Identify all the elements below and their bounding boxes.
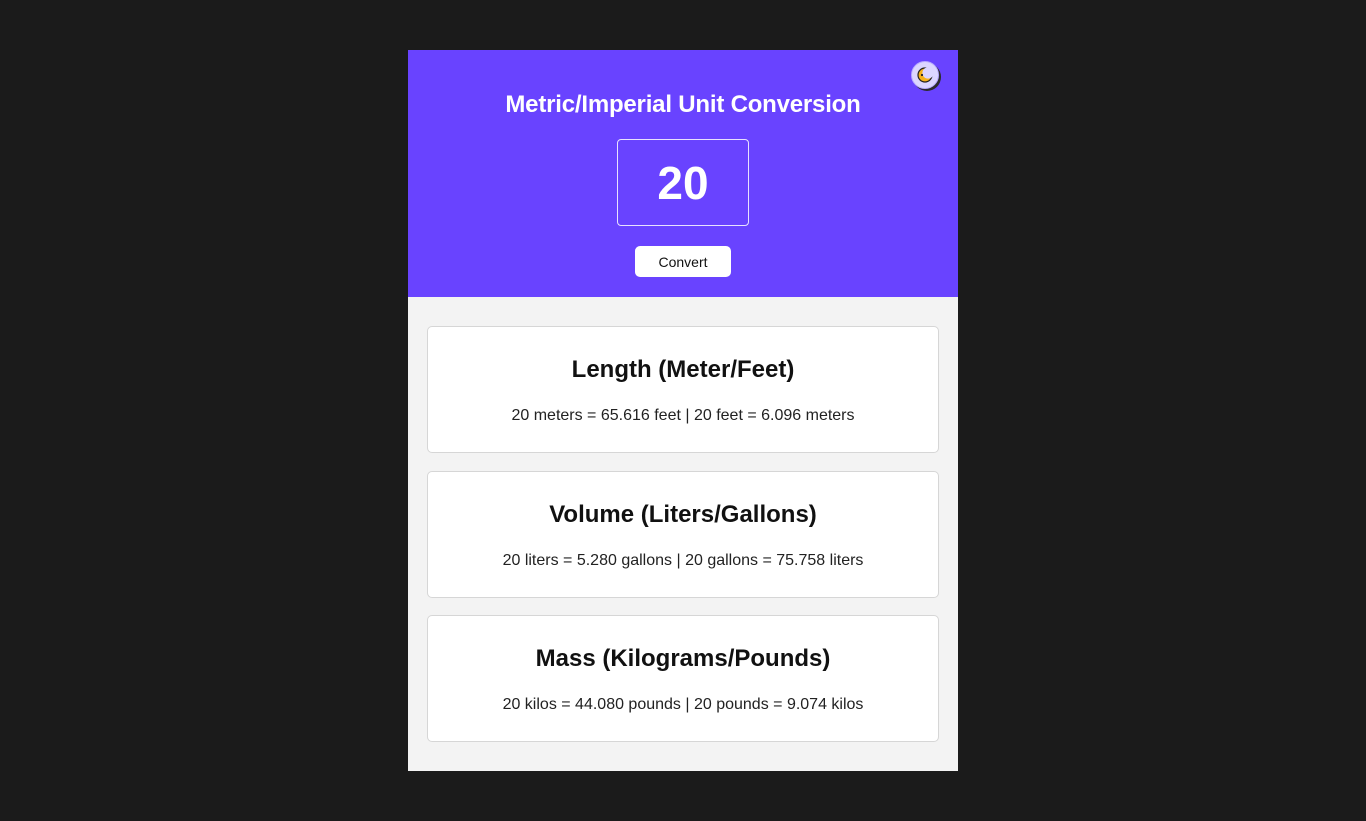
mass-card-title: Mass (Kilograms/Pounds) bbox=[535, 645, 831, 672]
theme-toggle-button[interactable] bbox=[911, 61, 939, 89]
mass-card: Mass (Kilograms/Pounds) 20 kilos = 44.08… bbox=[427, 615, 939, 742]
mass-result: 20 kilos = 44.080 pounds | 20 pounds = 9… bbox=[502, 696, 864, 713]
moon-icon bbox=[916, 66, 934, 84]
convert-button[interactable]: Convert bbox=[635, 246, 731, 277]
volume-card: Volume (Liters/Gallons) 20 liters = 5.28… bbox=[427, 471, 939, 598]
value-input[interactable]: 20 bbox=[617, 139, 749, 226]
hero-section: Metric/Imperial Unit Conversion 20 Conve… bbox=[408, 50, 958, 297]
length-card: Length (Meter/Feet) 20 meters = 65.616 f… bbox=[427, 326, 939, 453]
length-result: 20 meters = 65.616 feet | 20 feet = 6.09… bbox=[511, 407, 855, 424]
volume-card-title: Volume (Liters/Gallons) bbox=[549, 501, 817, 528]
volume-result: 20 liters = 5.280 gallons | 20 gallons =… bbox=[502, 552, 864, 569]
length-card-title: Length (Meter/Feet) bbox=[571, 356, 795, 383]
converter-app: Metric/Imperial Unit Conversion 20 Conve… bbox=[408, 50, 958, 771]
page-title: Metric/Imperial Unit Conversion bbox=[505, 91, 861, 118]
